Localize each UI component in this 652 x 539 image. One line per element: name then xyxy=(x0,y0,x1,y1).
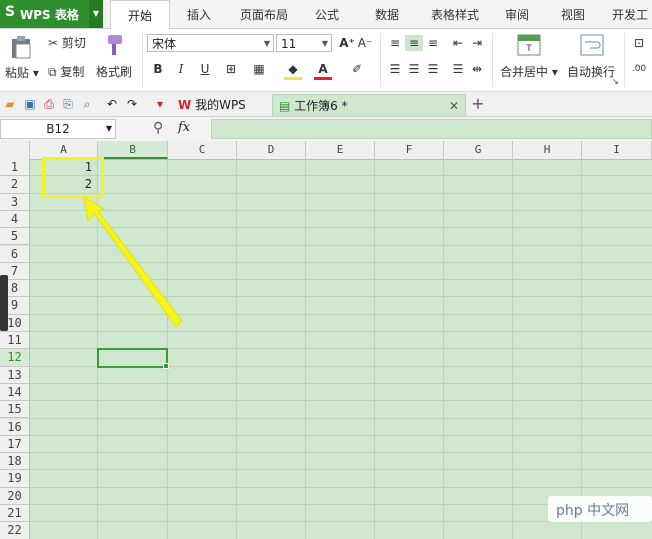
align-top-icon[interactable]: ≡ xyxy=(386,35,404,51)
chevron-down-icon: ▼ xyxy=(263,39,270,48)
quick-access-bar: ▰ ▣ ⎙ ⎘ ⌕ ↶ ↷ ▾ W 我的WPS ▤ 工作簿6 * ✕ + xyxy=(0,92,652,117)
copy-label: 复制 xyxy=(60,65,85,79)
tab-home[interactable]: 开始 xyxy=(110,0,170,30)
align-left-icon[interactable]: ☰ xyxy=(386,61,404,77)
italic-icon[interactable]: I xyxy=(172,61,190,77)
undo-icon[interactable]: ↶ xyxy=(104,96,120,112)
merge-center-label: 合并居中 xyxy=(500,65,549,79)
merge-center-button[interactable]: 合并居中 ▾ xyxy=(500,63,558,80)
number-format-icon[interactable]: ⊡ xyxy=(630,35,648,51)
print-preview-icon[interactable]: ⌕ xyxy=(79,96,95,112)
decimal-icon[interactable]: .00 xyxy=(630,61,648,77)
export-pdf-icon[interactable]: ⎙ xyxy=(41,96,57,112)
watermark-text: php 中文网 xyxy=(556,503,630,519)
name-box[interactable]: B12 ▼ xyxy=(0,119,116,139)
font-size-value: 11 xyxy=(281,37,297,51)
copy-button[interactable]: ⧉ 复制 xyxy=(48,63,84,80)
name-box-value: B12 xyxy=(46,122,70,136)
doc-tab-label: 工作簿6 * xyxy=(294,99,348,113)
redo-icon[interactable]: ↷ xyxy=(124,96,140,112)
tab-view[interactable]: 视图 xyxy=(550,0,596,28)
side-panel-handle[interactable] xyxy=(0,275,8,331)
chevron-down-icon: ▼ xyxy=(321,39,328,48)
annotation-arrow xyxy=(83,196,183,328)
menu-bar: S WPS 表格 ▼ 开始 插入 页面布局 公式 数据 表格样式 审阅 视图 开… xyxy=(0,0,652,30)
scissors-icon: ✂ xyxy=(48,36,59,50)
wrap-text-icon[interactable] xyxy=(580,34,604,56)
tab-formulas[interactable]: 公式 xyxy=(302,0,352,28)
bold-icon[interactable]: B xyxy=(149,61,167,77)
save-icon[interactable]: ▣ xyxy=(22,96,38,112)
merge-center-icon[interactable]: T xyxy=(517,34,541,56)
zoom-icon[interactable]: ⚲ xyxy=(153,120,163,136)
ribbon-divider xyxy=(142,33,143,87)
underline-icon[interactable]: U xyxy=(196,61,214,77)
app-menu-button[interactable]: S WPS 表格 ▼ xyxy=(0,0,103,28)
font-size-select[interactable]: 11 ▼ xyxy=(276,34,332,52)
spreadsheet-grid[interactable]: ABCDEFGHI 1 2 3 4 5 6 7 8 9 10 11 12 13 14 15 16 17 18 19 2… xyxy=(0,141,652,539)
justify-icon[interactable]: ☰ xyxy=(449,61,467,77)
ribbon-toolbar: 粘贴 ▾ ✂ 剪切 ⧉ 复制 格式刷 宋体 ▼ 11 ▼ A⁺ A⁻ B I U ⊞… xyxy=(0,29,652,92)
paste-icon[interactable] xyxy=(10,35,32,59)
watermark: php 中文网 xyxy=(548,496,652,522)
function-icon[interactable]: fx xyxy=(178,120,190,135)
align-bottom-icon[interactable]: ≡ xyxy=(424,35,442,51)
paste-label: 粘贴 xyxy=(5,66,30,80)
doc-tab-label: 我的WPS xyxy=(195,98,246,112)
formula-input[interactable] xyxy=(211,119,652,139)
wps-logo-icon: S xyxy=(5,4,16,20)
font-name-value: 宋体 xyxy=(152,37,177,51)
paste-button[interactable]: 粘贴 ▾ xyxy=(5,64,39,81)
border-icon[interactable]: ⊞ xyxy=(222,61,240,77)
indent-decrease-icon[interactable]: ⇤ xyxy=(449,35,467,51)
distribute-icon[interactable]: ⇹ xyxy=(468,61,486,77)
doc-tab-my-wps[interactable]: W 我的WPS xyxy=(178,94,270,116)
format-painter-button[interactable]: 格式刷 xyxy=(96,63,132,80)
print-icon[interactable]: ⎘ xyxy=(60,96,76,112)
formula-bar: B12 ▼ ⚲ fx xyxy=(0,117,652,142)
clear-format-icon[interactable]: ✐ xyxy=(348,61,366,77)
format-painter-icon[interactable] xyxy=(103,33,125,57)
tab-table-style[interactable]: 表格样式 xyxy=(422,0,488,28)
tab-insert[interactable]: 插入 xyxy=(172,0,226,28)
tab-developer[interactable]: 开发工 xyxy=(608,0,652,28)
font-color-icon[interactable]: A xyxy=(314,61,332,80)
customize-icon[interactable]: ▾ xyxy=(152,96,168,112)
fill-color-icon[interactable]: ◆ xyxy=(284,61,302,80)
copy-icon: ⧉ xyxy=(48,65,57,79)
indent-increase-icon[interactable]: ⇥ xyxy=(468,35,486,51)
increase-font-icon[interactable]: A⁺ xyxy=(338,35,356,51)
cell-format-icon[interactable]: ▦ xyxy=(250,61,268,77)
tab-data[interactable]: 数据 xyxy=(360,0,414,28)
wrap-text-button[interactable]: 自动换行 xyxy=(567,63,615,80)
cut-label: 剪切 xyxy=(61,36,86,50)
cut-button[interactable]: ✂ 剪切 xyxy=(48,34,86,51)
align-right-icon[interactable]: ☰ xyxy=(424,61,442,77)
app-title: WPS 表格 xyxy=(20,8,79,22)
doc-tab-workbook[interactable]: ▤ 工作簿6 * ✕ xyxy=(272,94,466,116)
align-middle-icon[interactable]: ≡ xyxy=(405,35,423,51)
new-tab-icon[interactable]: + xyxy=(470,96,486,112)
dialog-launcher-icon[interactable]: ↘ xyxy=(612,77,619,86)
decrease-font-icon[interactable]: A⁻ xyxy=(356,35,374,51)
tab-review[interactable]: 审阅 xyxy=(496,0,538,28)
open-folder-icon[interactable]: ▰ xyxy=(2,96,18,112)
ribbon-divider xyxy=(380,33,381,87)
tab-page-layout[interactable]: 页面布局 xyxy=(232,0,296,28)
chevron-down-icon[interactable]: ▼ xyxy=(89,0,103,28)
chevron-down-icon: ▼ xyxy=(105,124,112,133)
ribbon-divider xyxy=(624,33,625,87)
spreadsheet-icon: ▤ xyxy=(279,99,291,113)
wps-w-icon: W xyxy=(178,98,192,112)
close-icon[interactable]: ✕ xyxy=(449,95,459,117)
align-center-icon[interactable]: ☰ xyxy=(405,61,423,77)
svg-text:T: T xyxy=(525,44,532,54)
ribbon-divider xyxy=(492,33,493,87)
font-name-select[interactable]: 宋体 ▼ xyxy=(147,34,274,52)
